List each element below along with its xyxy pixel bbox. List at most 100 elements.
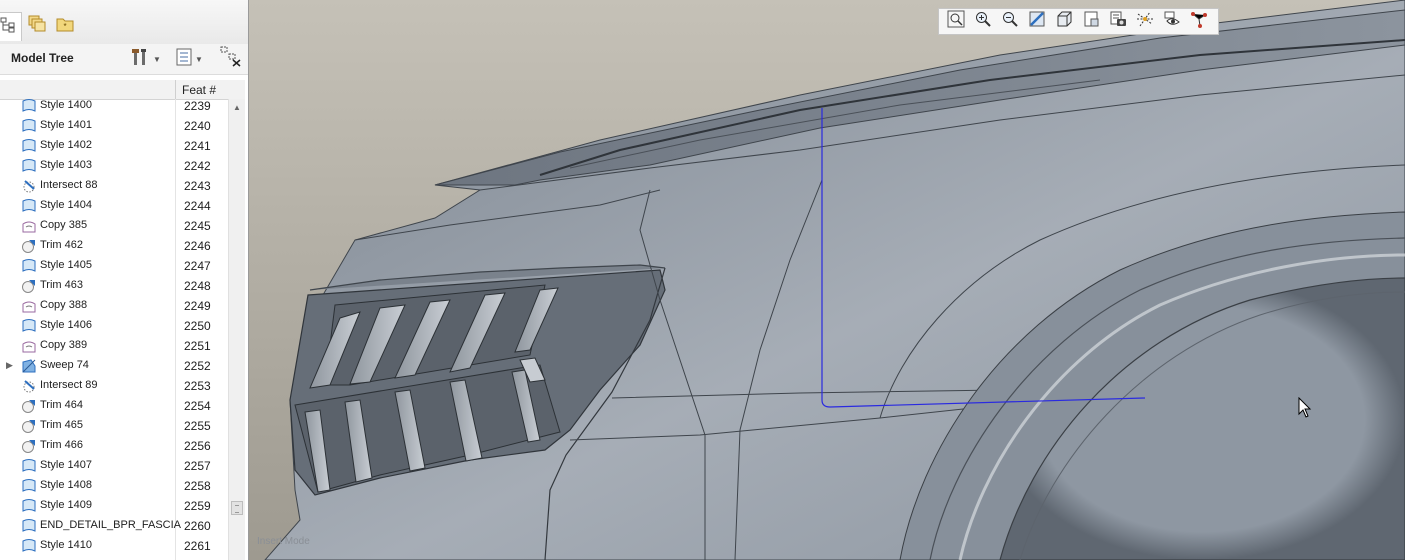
feature-name: Intersect 88 (40, 179, 98, 191)
zoom-out-button[interactable] (997, 10, 1023, 33)
trim-feature-icon (21, 438, 37, 454)
tree-row[interactable]: Style 1400 2239 (0, 96, 228, 116)
tree-row[interactable]: Style 1409 2259 (0, 496, 228, 516)
tree-show-button[interactable]: ▼ (176, 48, 203, 70)
style-feature-icon (21, 318, 37, 334)
repaint-icon (1028, 10, 1046, 33)
svg-text:*: * (63, 22, 66, 31)
feature-number: 2257 (184, 459, 211, 473)
trim-feature-icon (21, 238, 37, 254)
feature-number: 2251 (184, 339, 211, 353)
tree-scrollbar[interactable]: ▲ (228, 99, 245, 560)
tree-row[interactable]: Style 1405 2247 (0, 256, 228, 276)
layers-icon (28, 15, 46, 38)
tree-row[interactable]: Trim 462 2246 (0, 236, 228, 256)
copy-feature-icon (21, 298, 37, 314)
feature-name: Style 1408 (40, 479, 92, 491)
copy-feature-icon (21, 338, 37, 354)
tree-row[interactable]: Style 1404 2244 (0, 196, 228, 216)
intersect-feature-icon (21, 378, 37, 394)
model-tree-title: Model Tree (11, 51, 74, 65)
datum-display-button[interactable] (1132, 10, 1158, 33)
feature-name: Style 1403 (40, 159, 92, 171)
tree-row[interactable]: ▶ Sweep 74 2252 (0, 356, 228, 376)
scrollbar-thumb[interactable] (231, 501, 243, 515)
tree-row[interactable]: Trim 465 2255 (0, 416, 228, 436)
feature-number: 2246 (184, 239, 211, 253)
feature-number: 2244 (184, 199, 211, 213)
mouse-cursor-icon (1298, 396, 1312, 419)
trim-feature-icon (21, 278, 37, 294)
grip-icon (235, 505, 239, 513)
graphics-window[interactable]: Insert Mode (249, 0, 1405, 560)
tree-row[interactable]: Trim 463 2248 (0, 276, 228, 296)
feature-number: 2242 (184, 159, 211, 173)
feature-name: Style 1402 (40, 139, 92, 151)
model-tree-icon (0, 17, 16, 38)
tree-row[interactable]: Style 1408 2258 (0, 476, 228, 496)
feature-number: 2253 (184, 379, 211, 393)
tab-model-tree[interactable] (0, 12, 22, 41)
annotation-display-button[interactable] (1159, 10, 1185, 33)
tree-row[interactable]: Intersect 88 2243 (0, 176, 228, 196)
expand-arrow-icon[interactable]: ▶ (6, 360, 13, 371)
feat-num-column-header[interactable]: Feat # (182, 83, 216, 97)
tree-filter-button[interactable] (220, 46, 242, 70)
model-tree-header: Model Tree ▼ ▼ (0, 44, 248, 75)
tree-row[interactable]: Style 1402 2241 (0, 136, 228, 156)
tree-row[interactable]: Copy 388 2249 (0, 296, 228, 316)
view-toolbar (938, 8, 1219, 35)
favorites-icon: * (56, 15, 74, 38)
model-tree-panel: * Model Tree ▼ ▼ Feat # Style 1400 2239 St (0, 0, 249, 560)
saved-orientations-button[interactable] (1078, 10, 1104, 33)
feature-number: 2243 (184, 179, 211, 193)
intersect-feature-icon (21, 178, 37, 194)
tree-settings-button[interactable]: ▼ (130, 48, 161, 70)
zoom-in-button[interactable] (970, 10, 996, 33)
style-feature-icon (21, 258, 37, 274)
tree-row[interactable]: Copy 385 2245 (0, 216, 228, 236)
tree-row[interactable]: Trim 464 2254 (0, 396, 228, 416)
feature-name: Sweep 74 (40, 359, 89, 371)
chevron-down-icon: ▼ (195, 54, 203, 64)
feature-name: Copy 389 (40, 339, 88, 351)
trim-feature-icon (21, 418, 37, 434)
feature-number: 2255 (184, 419, 211, 433)
datum-display-icon (1136, 10, 1154, 33)
tree-row[interactable]: END_DETAIL_BPR_FASCIA 2260 (0, 516, 228, 536)
tree-row[interactable]: Style 1401 2240 (0, 116, 228, 136)
tree-row[interactable]: Style 1403 2242 (0, 156, 228, 176)
tab-favorites[interactable]: * (52, 12, 78, 40)
style-feature-icon (21, 198, 37, 214)
tree-row[interactable]: Style 1406 2250 (0, 316, 228, 336)
style-feature-icon (21, 98, 37, 114)
trim-feature-icon (21, 398, 37, 414)
style-feature-icon (21, 478, 37, 494)
display-style-button[interactable] (1051, 10, 1077, 33)
zoom-out-icon (1001, 10, 1019, 33)
feature-name: Trim 462 (40, 239, 83, 251)
mode-watermark: Insert Mode (257, 536, 310, 547)
feature-number: 2247 (184, 259, 211, 273)
style-feature-icon (21, 498, 37, 514)
feature-number: 2260 (184, 519, 211, 533)
tree-row[interactable]: Copy 389 2251 (0, 336, 228, 356)
view-manager-button[interactable] (1105, 10, 1131, 33)
tree-row[interactable]: Trim 466 2256 (0, 436, 228, 456)
style-feature-icon (21, 138, 37, 154)
scroll-up-button[interactable]: ▲ (229, 99, 245, 115)
tree-columns-icon (176, 48, 192, 71)
feature-name: Style 1401 (40, 119, 92, 131)
feature-name: Style 1404 (40, 199, 92, 211)
tree-row[interactable]: Style 1407 2257 (0, 456, 228, 476)
zoom-to-fit-button[interactable] (943, 10, 969, 33)
tab-layers[interactable] (24, 12, 50, 40)
feature-name: Style 1409 (40, 499, 92, 511)
repaint-button[interactable] (1024, 10, 1050, 33)
feature-number: 2239 (184, 99, 211, 113)
feature-name: Trim 464 (40, 399, 83, 411)
tree-row[interactable]: Style 1410 2261 (0, 536, 228, 556)
tree-row[interactable]: Intersect 89 2253 (0, 376, 228, 396)
spin-center-button[interactable] (1186, 10, 1212, 33)
feature-name: Intersect 89 (40, 379, 98, 391)
